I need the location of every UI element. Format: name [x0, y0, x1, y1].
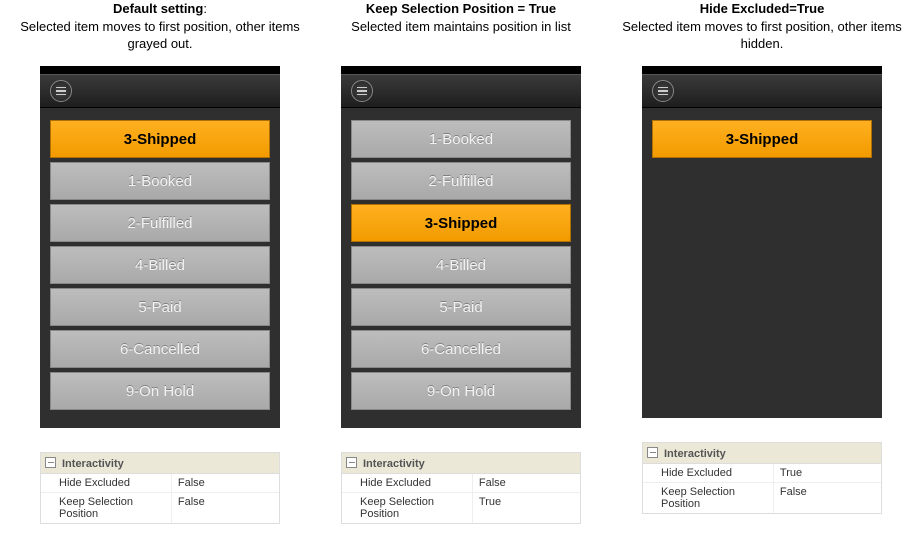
list-item[interactable]: 6-Cancelled: [351, 330, 571, 368]
property-name: Keep Selection Position: [643, 483, 774, 513]
phone-body: 1-Booked 2-Fulfilled 3-Shipped 4-Billed 5-Pa…: [341, 108, 581, 428]
hamburger-icon[interactable]: [652, 80, 674, 102]
property-row: Keep Selection PositionTrue: [342, 493, 580, 523]
example-column: Default setting:Selected item moves to f…: [20, 0, 300, 524]
property-grid: InteractivityHide ExcludedFalseKeep Sele…: [40, 452, 280, 524]
example-column: Hide Excluded=True Selected item moves to…: [622, 0, 902, 524]
property-row: Hide ExcludedFalse: [41, 474, 279, 493]
list-item[interactable]: 2-Fulfilled: [50, 204, 270, 242]
hamburger-icon[interactable]: [351, 80, 373, 102]
property-name: Keep Selection Position: [342, 493, 473, 523]
list-item[interactable]: 5-Paid: [351, 288, 571, 326]
phone-frame: 1-Booked 2-Fulfilled 3-Shipped 4-Billed 5-Pa…: [341, 66, 581, 428]
list-item[interactable]: 5-Paid: [50, 288, 270, 326]
property-group-header[interactable]: Interactivity: [643, 443, 881, 464]
list-item[interactable]: 6-Cancelled: [50, 330, 270, 368]
property-name: Hide Excluded: [643, 464, 774, 482]
list-item[interactable]: 4-Billed: [50, 246, 270, 284]
property-row: Keep Selection PositionFalse: [41, 493, 279, 523]
phone-body: 3-Shipped 1-Booked 2-Fulfilled 4-Billed 5-Pa…: [40, 108, 280, 428]
phone-body: 3-Shipped: [642, 108, 882, 418]
caption: Default setting:Selected item moves to f…: [20, 0, 300, 54]
phone-header: [40, 74, 280, 108]
phone-header: [341, 74, 581, 108]
phone-frame: 3-Shipped 1-Booked 2-Fulfilled 4-Billed 5-Pa…: [40, 66, 280, 428]
property-group-header[interactable]: Interactivity: [342, 453, 580, 474]
example-column: Keep Selection Position = True Selected i…: [321, 0, 601, 524]
caption: Keep Selection Position = True Selected i…: [351, 0, 571, 54]
property-grid: InteractivityHide ExcludedTrueKeep Selec…: [642, 442, 882, 514]
list-item[interactable]: 2-Fulfilled: [351, 162, 571, 200]
property-group-header[interactable]: Interactivity: [41, 453, 279, 474]
list-item[interactable]: 3-Shipped: [652, 120, 872, 158]
property-row: Keep Selection PositionFalse: [643, 483, 881, 513]
caption-body: Selected item moves to first position, o…: [622, 19, 902, 52]
property-value[interactable]: False: [172, 474, 279, 492]
property-name: Hide Excluded: [342, 474, 473, 492]
caption-title: Hide Excluded=True: [700, 1, 825, 16]
caption-title: Default setting: [113, 1, 203, 16]
property-value[interactable]: False: [774, 483, 881, 513]
list-item[interactable]: 1-Booked: [351, 120, 571, 158]
caption-body: Selected item maintains position in list: [351, 19, 571, 34]
list-item[interactable]: 3-Shipped: [50, 120, 270, 158]
hamburger-icon[interactable]: [50, 80, 72, 102]
property-grid: InteractivityHide ExcludedFalseKeep Sele…: [341, 452, 581, 524]
property-row: Hide ExcludedFalse: [342, 474, 580, 493]
property-value[interactable]: True: [774, 464, 881, 482]
property-value[interactable]: False: [172, 493, 279, 523]
list-item[interactable]: 9-On Hold: [351, 372, 571, 410]
list-item[interactable]: 1-Booked: [50, 162, 270, 200]
caption-title: Keep Selection Position = True: [366, 1, 556, 16]
property-name: Hide Excluded: [41, 474, 172, 492]
property-value[interactable]: True: [473, 493, 580, 523]
property-value[interactable]: False: [473, 474, 580, 492]
caption: Hide Excluded=True Selected item moves to…: [622, 0, 902, 54]
list-item[interactable]: 4-Billed: [351, 246, 571, 284]
phone-frame: 3-Shipped: [642, 66, 882, 418]
list-item[interactable]: 9-On Hold: [50, 372, 270, 410]
phone-header: [642, 74, 882, 108]
property-name: Keep Selection Position: [41, 493, 172, 523]
list-item[interactable]: 3-Shipped: [351, 204, 571, 242]
property-row: Hide ExcludedTrue: [643, 464, 881, 483]
